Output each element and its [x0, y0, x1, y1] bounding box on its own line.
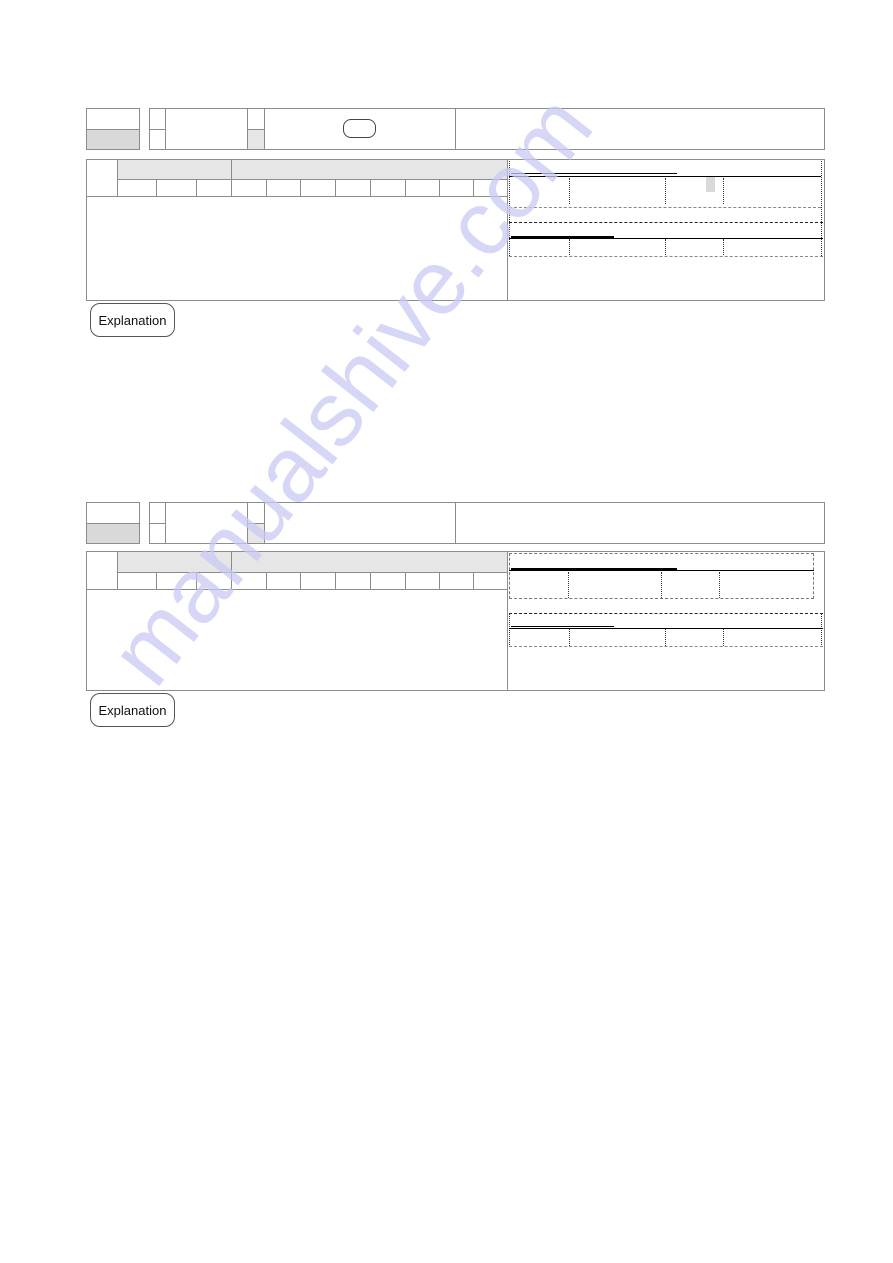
- explanation-label: Explanation: [90, 303, 175, 337]
- divider: [247, 523, 264, 524]
- divider: [473, 572, 474, 589]
- divider: [117, 159, 118, 196]
- param-id-shaded: [87, 523, 139, 543]
- divider: [569, 239, 570, 255]
- divider: [405, 179, 406, 196]
- rule: [509, 176, 821, 177]
- dashed-rule: [509, 222, 823, 223]
- divider: [247, 129, 264, 130]
- divider: [149, 129, 165, 130]
- divider: [231, 159, 232, 196]
- table-header-row: [118, 160, 507, 179]
- divider: [86, 523, 140, 524]
- divider: [86, 589, 507, 590]
- divider: [568, 572, 569, 598]
- divider: [117, 179, 507, 180]
- divider: [719, 572, 720, 598]
- divider: [821, 161, 822, 256]
- divider: [370, 179, 371, 196]
- divider: [439, 179, 440, 196]
- dashed-rule: [509, 646, 823, 647]
- divider: [455, 108, 456, 150]
- divider: [165, 108, 166, 150]
- divider: [335, 179, 336, 196]
- divider: [300, 572, 301, 589]
- dashed-rule: [509, 613, 823, 614]
- divider: [455, 502, 456, 544]
- shaded-cell: [248, 523, 264, 543]
- divider: [569, 629, 570, 646]
- divider: [196, 572, 197, 589]
- divider: [117, 551, 118, 589]
- rule: [511, 626, 614, 627]
- explanation-label: Explanation: [90, 693, 175, 727]
- divider: [473, 179, 474, 196]
- dashed-rule: [509, 207, 821, 208]
- cursor-marker: [706, 177, 715, 192]
- divider: [439, 572, 440, 589]
- divider: [821, 613, 822, 647]
- divider: [156, 179, 157, 196]
- divider: [723, 178, 724, 204]
- key-button[interactable]: [343, 119, 376, 138]
- rule: [509, 570, 814, 571]
- rule: [509, 238, 823, 239]
- divider: [661, 572, 662, 598]
- divider: [507, 551, 508, 691]
- divider: [117, 572, 507, 573]
- divider: [231, 551, 232, 589]
- divider: [665, 178, 666, 204]
- divider: [266, 179, 267, 196]
- divider: [507, 159, 508, 301]
- divider: [335, 572, 336, 589]
- divider: [196, 179, 197, 196]
- divider: [370, 572, 371, 589]
- divider: [723, 629, 724, 646]
- divider: [665, 239, 666, 255]
- table-header-row: [118, 552, 507, 572]
- rule: [509, 628, 823, 629]
- rule: [511, 173, 677, 174]
- divider: [569, 178, 570, 204]
- divider: [665, 629, 666, 646]
- divider: [264, 502, 265, 544]
- divider: [723, 239, 724, 255]
- divider: [405, 572, 406, 589]
- dashed-rule: [509, 256, 823, 257]
- divider: [165, 502, 166, 544]
- divider: [509, 613, 510, 647]
- divider: [300, 179, 301, 196]
- divider: [86, 129, 140, 130]
- divider: [264, 108, 265, 150]
- param-id-shaded: [87, 129, 139, 149]
- divider: [266, 572, 267, 589]
- divider: [86, 196, 507, 197]
- shaded-cell: [248, 129, 264, 149]
- divider: [156, 572, 157, 589]
- divider: [149, 523, 165, 524]
